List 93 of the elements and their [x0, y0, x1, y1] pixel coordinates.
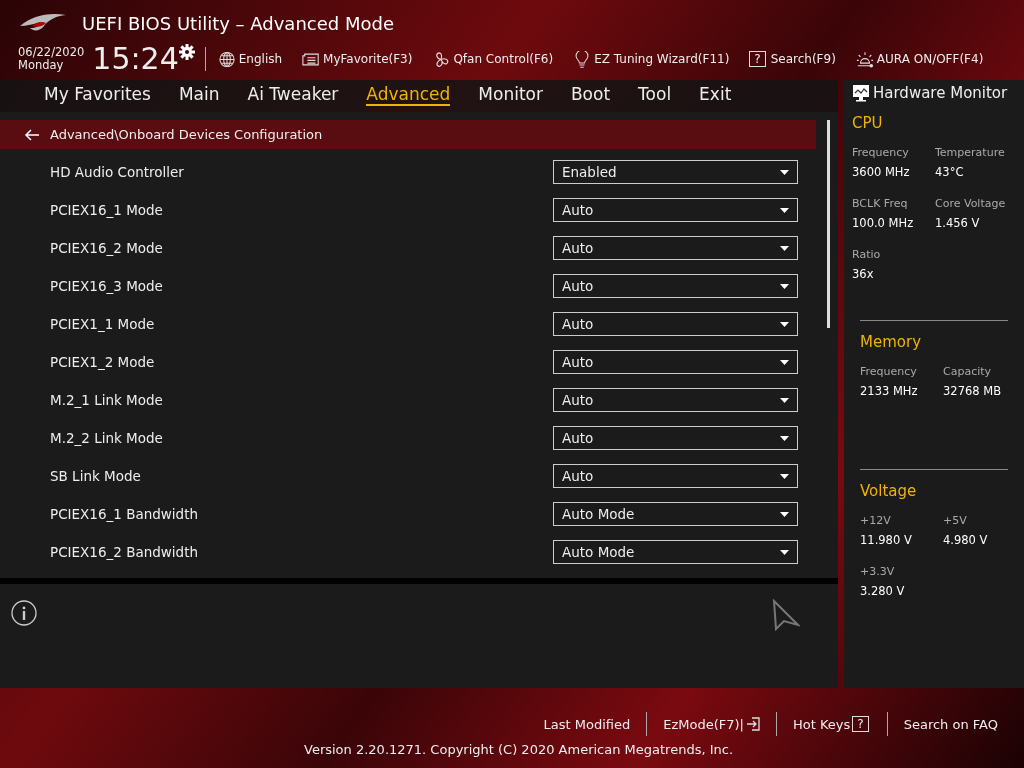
section-title: Memory — [860, 333, 922, 351]
caret-icon — [780, 473, 789, 479]
metric-label: Frequency — [852, 146, 910, 159]
metric-value: 1.456 V — [935, 216, 981, 230]
setting-label: SB Link Mode — [50, 468, 141, 484]
metric-value: 43°C — [935, 165, 965, 179]
metric-value: 11.980 V — [860, 533, 913, 547]
setting-label: PCIEX16_1 Mode — [50, 202, 163, 218]
caret-icon — [780, 435, 789, 441]
toolbar-button[interactable]: EZ Tuning Wizard(F11) — [573, 50, 730, 68]
scrollbar[interactable] — [827, 120, 830, 328]
toolbar-button[interactable]: MyFavorite(F3) — [302, 50, 413, 68]
monitor-icon — [852, 84, 870, 102]
exit-icon — [746, 717, 760, 731]
toolbar-button[interactable]: AURA ON/OFF(F4) — [855, 50, 984, 68]
setting-label: PCIEX1_2 Mode — [50, 354, 155, 370]
setting-label: PCIEX16_2 Mode — [50, 240, 163, 256]
metric-label: Frequency — [860, 365, 918, 378]
caret-icon — [780, 549, 789, 555]
setting-dropdown[interactable]: Auto — [553, 274, 798, 298]
globe-icon — [217, 50, 236, 68]
metric-label: Ratio — [852, 248, 882, 261]
setting-dropdown[interactable]: Auto Mode — [553, 540, 798, 564]
day-text: Monday — [18, 59, 65, 72]
menu-tab[interactable]: Exit — [685, 80, 746, 112]
toolbar-button[interactable]: English — [217, 50, 283, 68]
setting-label: PCIEX16_2 Bandwidth — [50, 544, 198, 560]
menu-tab[interactable]: Monitor — [464, 80, 557, 112]
metric-value: 32768 MB — [943, 384, 1003, 398]
clock-time: 15:24 — [92, 42, 179, 76]
caret-icon — [780, 511, 789, 517]
footer-link[interactable]: Hot Keys ? — [777, 716, 887, 732]
menu-tab[interactable]: My Favorites — [30, 80, 165, 112]
footer-link[interactable]: Search on FAQ — [887, 716, 1014, 732]
caret-icon — [780, 207, 789, 213]
toolbar-button[interactable]: ? Search(F9) — [749, 51, 836, 67]
setting-dropdown[interactable]: Auto — [553, 312, 798, 336]
panel-title: Hardware Monitor — [873, 84, 1008, 102]
caret-icon — [780, 283, 789, 289]
menu-tab[interactable]: Ai Tweaker — [233, 80, 353, 112]
metric-value: 36x — [852, 267, 875, 281]
help-icon: ? — [852, 716, 869, 732]
metric-label: +3.3V — [860, 565, 896, 578]
section-title: CPU — [852, 114, 884, 132]
caret-icon — [780, 169, 789, 175]
help-icon: ? — [749, 51, 766, 67]
metric-label: +12V — [860, 514, 892, 527]
breadcrumb-text: Advanced\Onboard Devices Configuration — [50, 127, 323, 142]
setting-label: M.2_2 Link Mode — [50, 430, 163, 446]
section-title: Voltage — [860, 482, 918, 500]
caret-icon — [780, 245, 789, 251]
setting-dropdown[interactable]: Auto — [553, 388, 798, 412]
setting-dropdown[interactable]: Auto — [553, 464, 798, 488]
setting-dropdown[interactable]: Auto — [553, 350, 798, 374]
metric-label: BCLK Freq — [852, 197, 909, 210]
settings-icon[interactable] — [178, 44, 195, 60]
version-text: Version 2.20.1271. Copyright (C) 2020 American Megatrends, Inc. — [304, 742, 734, 757]
metric-label: Core Voltage — [935, 197, 1007, 210]
setting-label: PCIEX1_1 Mode — [50, 316, 155, 332]
toolbar-button[interactable]: Qfan Control(F6) — [432, 50, 554, 68]
menu-tab[interactable]: Tool — [624, 80, 686, 112]
arrowhead-icon — [772, 599, 800, 631]
metric-value: 3600 MHz — [852, 165, 911, 179]
setting-label: PCIEX16_3 Mode — [50, 278, 163, 294]
setting-dropdown[interactable]: Auto — [553, 236, 798, 260]
caret-icon — [780, 359, 789, 365]
metric-label: Temperature — [935, 146, 1006, 159]
metric-label: +5V — [943, 514, 968, 527]
metric-label: Capacity — [943, 365, 993, 378]
date-text: 06/22/2020 — [18, 46, 85, 59]
menu-tab[interactable]: Main — [164, 80, 234, 112]
caret-icon — [780, 321, 789, 327]
setting-dropdown[interactable]: Auto Mode — [553, 502, 798, 526]
list-icon — [302, 50, 321, 68]
lamp-icon — [855, 50, 874, 68]
window-title: UEFI BIOS Utility – Advanced Mode — [82, 12, 394, 34]
metric-value: 4.980 V — [943, 533, 989, 547]
footer-link[interactable]: EzMode(F7)| — [647, 716, 776, 732]
setting-dropdown[interactable]: Enabled — [553, 160, 798, 184]
setting-dropdown[interactable]: Auto — [553, 426, 798, 450]
menu-tab[interactable]: Advanced — [352, 80, 465, 112]
setting-label: HD Audio Controller — [50, 164, 184, 180]
info-icon — [11, 600, 37, 626]
menu-tab[interactable]: Boot — [556, 80, 625, 112]
setting-label: M.2_1 Link Mode — [50, 392, 163, 408]
metric-value: 2133 MHz — [860, 384, 919, 398]
metric-value: 3.280 V — [860, 584, 906, 598]
metric-value: 100.0 MHz — [852, 216, 915, 230]
setting-label: PCIEX16_1 Bandwidth — [50, 506, 198, 522]
setting-dropdown[interactable]: Auto — [553, 198, 798, 222]
footer-link[interactable]: Last Modified — [527, 716, 647, 732]
caret-icon — [780, 397, 789, 403]
back-arrow-icon[interactable] — [24, 128, 40, 141]
